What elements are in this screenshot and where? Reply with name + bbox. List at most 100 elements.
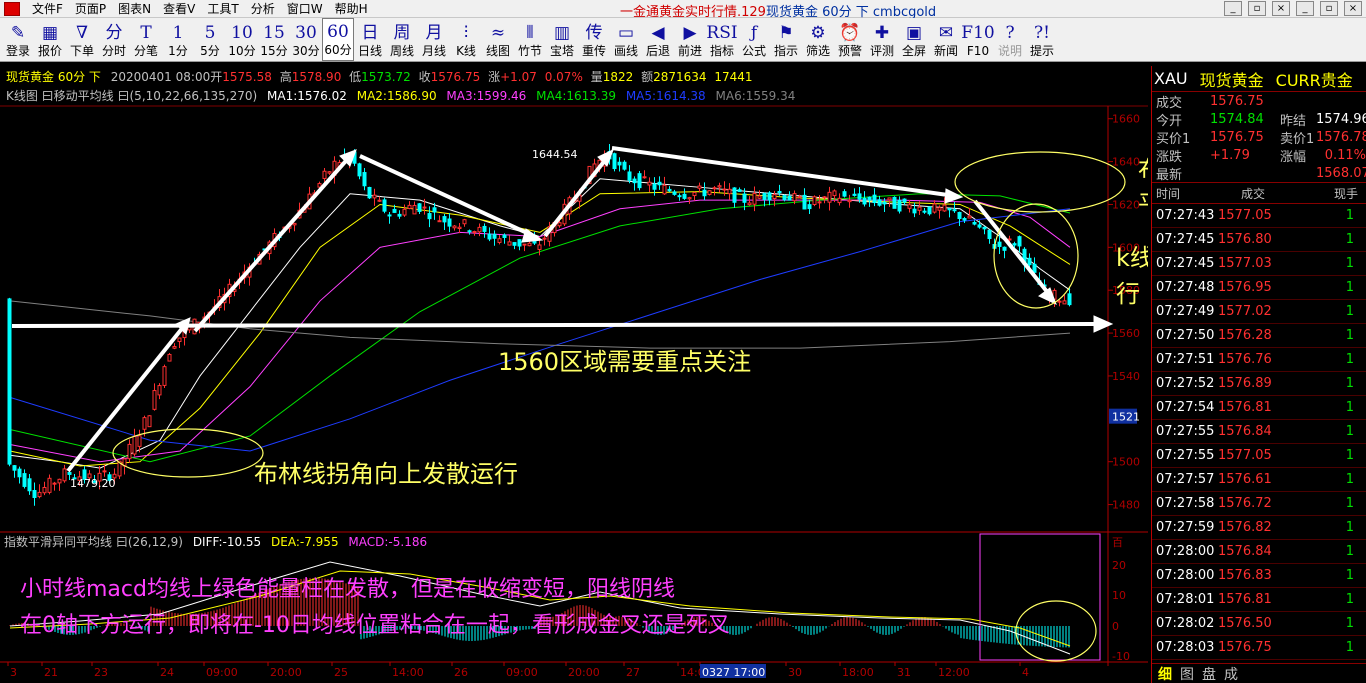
tick-time: 07:27:45 <box>1156 232 1215 247</box>
toolbar-m15-button[interactable]: 15 15分 <box>258 18 290 61</box>
tab-chart[interactable]: 图 <box>1180 664 1194 683</box>
toolbar-filter-label: 筛选 <box>805 44 830 58</box>
toolbar-alert-button[interactable]: ⏰ 预警 <box>834 18 866 61</box>
toolbar-forward-label: 前进 <box>677 44 702 58</box>
toolbar-fullscreen-button[interactable]: ▣ 全屏 <box>898 18 930 61</box>
filter-icon: ⚙ <box>810 23 826 43</box>
toolbar-weekly-button[interactable]: 周周线 <box>386 18 418 61</box>
toolbar-draw-button[interactable]: ▭ 画线 <box>610 18 642 61</box>
candle-body <box>1017 236 1022 247</box>
toolbar-linechart-label: 线图 <box>485 44 510 58</box>
toolbar-news-button[interactable]: ✉ 新闻 <box>930 18 962 61</box>
toolbar-login-button[interactable]: ✎ 登录 <box>2 18 34 61</box>
candle-body <box>877 199 882 206</box>
tab-book[interactable]: 盘 <box>1202 664 1216 683</box>
change-label: 涨跌 <box>1156 149 1183 165</box>
candle-body <box>557 222 562 227</box>
minimize-button[interactable]: _ <box>1224 1 1242 16</box>
annotation-macd-2: 在0轴下方运行，即将在-10日均线位置粘合在一起，看形成金叉还是死叉 <box>20 613 730 638</box>
toolbar-manual-button[interactable]: ? 说明 <box>994 18 1026 61</box>
time-tick-label: 3 <box>10 666 17 679</box>
menu-file[interactable]: 文件F <box>26 0 69 17</box>
kline-chart[interactable]: 现货黄金 60分 下 20200401 08:00开1575.58 高1578.… <box>0 66 1322 683</box>
toolbar-m5-button[interactable]: 5 5分 <box>194 18 226 61</box>
tick-volume: 1 <box>1345 280 1354 295</box>
toolbar-back-button[interactable]: ◀ 后退 <box>642 18 674 61</box>
tick-time: 07:27:43 <box>1156 208 1215 223</box>
doc-close-button[interactable]: × <box>1344 1 1362 16</box>
doc-restore-button[interactable]: ▫ <box>1320 1 1338 16</box>
toolbar-m1-button[interactable]: 1 1分 <box>162 18 194 61</box>
m5-icon: 5 <box>204 23 216 43</box>
candle-body <box>407 204 412 209</box>
candle-body <box>762 192 767 200</box>
candle-body <box>517 239 522 247</box>
tab-trades[interactable]: 成 <box>1224 664 1238 683</box>
toolbar-formula-button[interactable]: ƒ 公式 <box>738 18 770 61</box>
toolbar-monthly-button[interactable]: 月月线 <box>418 18 450 61</box>
candle-body <box>462 219 467 225</box>
tick-time: 07:28:01 <box>1156 592 1215 607</box>
ma-legend: K线图 曰移动平均线 曰(5,10,22,66,135,270) MA1:157… <box>6 89 795 103</box>
toolbar-timeshare-button[interactable]: 分分时 <box>98 18 130 61</box>
doc-minimize-button[interactable]: _ <box>1296 1 1314 16</box>
toolbar-forward-button[interactable]: ▶ 前进 <box>674 18 706 61</box>
toolbar-quote-button[interactable]: ▦ 报价 <box>34 18 66 61</box>
toolbar-m60-button[interactable]: 60 60分 <box>322 18 354 61</box>
candle-body <box>692 191 697 197</box>
toolbar-hint-button[interactable]: ⚑ 指示 <box>770 18 802 61</box>
toolbar-f10-button[interactable]: F10 F10 <box>961 18 994 61</box>
tick-header-price: 成交 <box>1240 186 1265 201</box>
toolbar-tips-button[interactable]: ?! 提示 <box>1026 18 1058 61</box>
quote-row-bidask: 买价1 1576.75 卖价1 1576.78 <box>1152 128 1366 147</box>
toolbar-linechart-button[interactable]: ≈ 线图 <box>482 18 514 61</box>
toolbar-reload-button[interactable]: 传重传 <box>578 18 610 61</box>
tab-detail[interactable]: 细 <box>1158 664 1172 683</box>
toolbar-pagoda-button[interactable]: ▥ 宝塔 <box>546 18 578 61</box>
candle-body <box>767 192 772 201</box>
close-button[interactable]: × <box>1272 1 1290 16</box>
menu-help[interactable]: 帮助H <box>329 0 374 17</box>
candle-body <box>477 226 482 233</box>
pct-label: 涨幅 <box>1280 149 1307 165</box>
candle-body <box>627 171 632 181</box>
time-tick-label: 12:00 <box>938 666 970 679</box>
candle-body <box>522 243 527 246</box>
menu-view[interactable]: 查看V <box>157 0 201 17</box>
annotation-bollinger-flat: 布林线拐角向下 <box>1138 156 1148 184</box>
restore-button[interactable]: ▫ <box>1248 1 1266 16</box>
quote-name: 现货黄金 <box>1199 70 1264 90</box>
window-controls: _ ▫ × _ ▫ × <box>1224 1 1362 16</box>
candle-body <box>712 187 717 190</box>
candle-body <box>357 163 362 177</box>
tick-row: 07:27:45 1576.80 1 <box>1152 228 1366 252</box>
toolbar-order-button[interactable]: ∇ 下单 <box>66 18 98 61</box>
toolbar-daily-label: 日线 <box>357 44 382 58</box>
toolbar-m30-button[interactable]: 30 30分 <box>290 18 322 61</box>
toolbar-formula-label: 公式 <box>741 44 766 58</box>
menu-tools[interactable]: 工具T <box>201 0 244 17</box>
menu-window[interactable]: 窗口W <box>281 0 329 17</box>
toolbar-filter-button[interactable]: ⚙ 筛选 <box>802 18 834 61</box>
tick-list[interactable]: 07:27:43 1577.05 1 07:27:45 1576.80 1 07:27:45… <box>1152 204 1366 660</box>
toolbar-kline-button[interactable]: ⫶ K线 <box>450 18 482 61</box>
tick-volume: 1 <box>1345 256 1354 271</box>
menu-chart[interactable]: 图表N <box>112 0 157 17</box>
toolbar-weekly-label: 周线 <box>389 44 414 58</box>
tick-time: 07:27:45 <box>1156 256 1215 271</box>
tick-volume: 1 <box>1345 328 1354 343</box>
toolbar-evaluate-button[interactable]: ✚ 评测 <box>866 18 898 61</box>
menu-page[interactable]: 页面P <box>69 0 112 17</box>
toolbar-ticks-button[interactable]: T 分笔 <box>130 18 162 61</box>
toolbar-bamboo-button[interactable]: ⫴ 竹节 <box>514 18 546 61</box>
toolbar-m10-button[interactable]: 10 10分 <box>226 18 258 61</box>
toolbar-quote-label: 报价 <box>37 44 62 58</box>
candle-body <box>292 222 297 226</box>
menu-analysis[interactable]: 分析 <box>245 0 281 17</box>
tick-time: 07:28:00 <box>1156 544 1215 559</box>
tick-row: 07:27:59 1576.82 1 <box>1152 516 1366 540</box>
candle-body <box>162 366 167 386</box>
pagoda-icon: ▥ <box>553 23 571 43</box>
toolbar-daily-button[interactable]: 日日线 <box>354 18 386 61</box>
toolbar-indicator-button[interactable]: RSI 指标 <box>706 18 738 61</box>
